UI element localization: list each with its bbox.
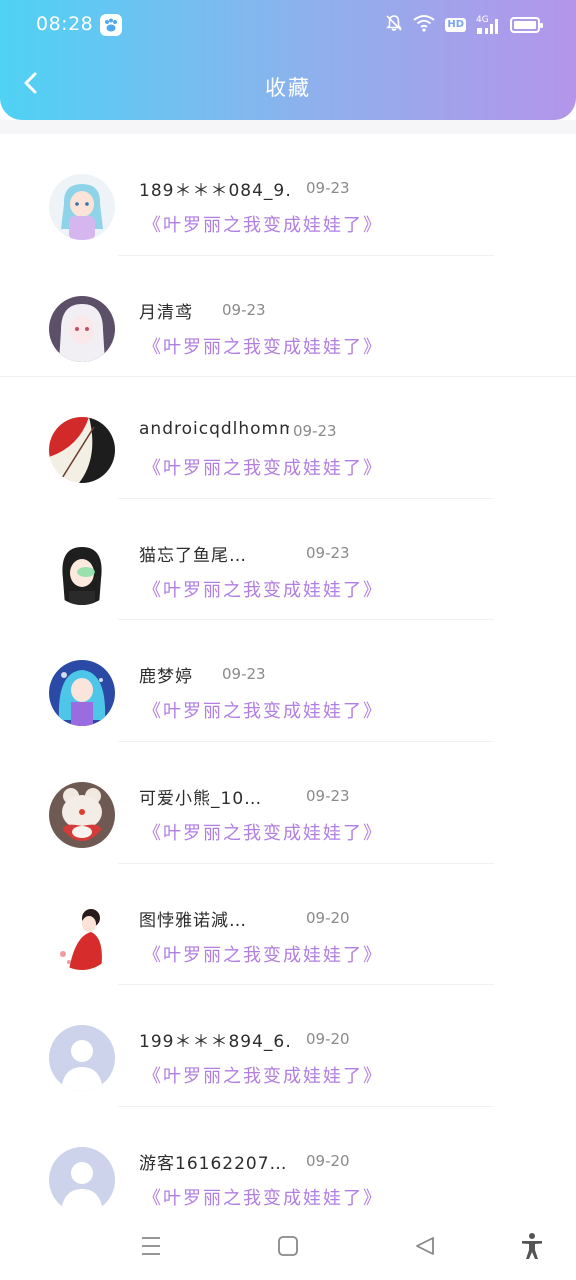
date: 09-20 <box>306 1030 350 1049</box>
accessibility-icon <box>522 1233 542 1259</box>
signal-icon: 4G <box>476 16 500 34</box>
avatar[interactable] <box>49 295 115 362</box>
user-name: androicqdlhommew <box>139 419 289 440</box>
book-title[interactable]: 《叶罗丽之我变成娃娃了》 <box>143 941 383 967</box>
list-item[interactable]: 199＊＊＊894_6… 09-20 《叶罗丽之我变成娃娃了》 <box>0 985 576 1107</box>
date: 09-20 <box>306 908 350 927</box>
paw-app-icon <box>100 14 122 36</box>
user-name: 189＊＊＊084_9… <box>139 181 289 201</box>
date: 09-20 <box>306 1151 350 1170</box>
user-name: 199＊＊＊894_6… <box>139 1032 289 1053</box>
book-title[interactable]: 《叶罗丽之我变成娃娃了》 <box>143 697 383 723</box>
book-title[interactable]: 《叶罗丽之我变成娃娃了》 <box>143 576 383 602</box>
avatar[interactable] <box>49 174 115 240</box>
status-bar: 08:28 HD 4G <box>0 0 576 52</box>
menu-button[interactable] <box>137 1232 165 1260</box>
user-name: 月清鸢 <box>139 302 193 323</box>
list-item[interactable]: androicqdlhommew 09-23 《叶罗丽之我变成娃娃了》 <box>0 377 576 499</box>
header-gap <box>0 120 576 134</box>
home-button[interactable] <box>274 1232 302 1260</box>
avatar[interactable] <box>49 781 115 848</box>
system-nav-bar <box>0 1210 576 1280</box>
list-item[interactable]: 猫忘了鱼尾… 09-23 《叶罗丽之我变成娃娃了》 <box>0 499 576 621</box>
back-triangle-icon <box>416 1237 434 1255</box>
avatar[interactable] <box>49 903 115 970</box>
book-title[interactable]: 《叶罗丽之我变成娃娃了》 <box>143 333 383 359</box>
mute-bell-icon <box>385 14 403 36</box>
book-title[interactable]: 《叶罗丽之我变成娃娃了》 <box>143 1062 383 1088</box>
page-title: 收藏 <box>265 76 311 100</box>
user-name: 鹿梦婷 <box>139 667 193 688</box>
book-title[interactable]: 《叶罗丽之我变成娃娃了》 <box>143 1184 383 1210</box>
list-item[interactable]: 月清鸢 09-23 《叶罗丽之我变成娃娃了》 <box>0 256 576 378</box>
hd-badge: HD <box>445 18 466 32</box>
date: 09-23 <box>306 543 350 562</box>
book-title[interactable]: 《叶罗丽之我变成娃娃了》 <box>143 454 383 480</box>
list-item[interactable]: 可爱小熊_10… 09-23 《叶罗丽之我变成娃娃了》 <box>0 742 576 864</box>
user-name: 可爱小熊_10… <box>139 788 263 809</box>
battery-icon <box>510 17 543 33</box>
menu-icon <box>142 1237 160 1255</box>
avatar[interactable] <box>49 417 115 484</box>
user-name: 游客16162207… <box>139 1153 288 1174</box>
back-nav-button[interactable] <box>411 1232 439 1260</box>
header: 08:28 HD 4G 收藏 <box>0 0 576 120</box>
date: 09-23 <box>306 179 350 197</box>
default-user-icon[interactable] <box>49 1025 115 1092</box>
wifi-icon <box>413 14 435 36</box>
accessibility-button[interactable] <box>518 1232 546 1260</box>
avatar[interactable] <box>49 538 115 605</box>
list-item[interactable]: 189＊＊＊084_9… 09-23 《叶罗丽之我变成娃娃了》 <box>0 134 576 256</box>
status-time: 08:28 <box>36 13 94 35</box>
list-item[interactable]: 图悖雅诺減… 09-20 《叶罗丽之我变成娃娃了》 <box>0 864 576 986</box>
date: 09-23 <box>306 786 350 805</box>
home-icon <box>278 1236 298 1256</box>
user-name: 猫忘了鱼尾… <box>139 545 247 566</box>
favorites-list: 189＊＊＊084_9… 09-23 《叶罗丽之我变成娃娃了》 月清鸢 09-2… <box>0 134 576 1228</box>
default-user-icon[interactable] <box>49 1146 115 1213</box>
book-title[interactable]: 《叶罗丽之我变成娃娃了》 <box>143 211 383 237</box>
nav-bar: 收藏 <box>0 52 576 120</box>
list-item[interactable]: 鹿梦婷 09-23 《叶罗丽之我变成娃娃了》 <box>0 620 576 742</box>
user-name: 图悖雅诺減… <box>139 910 247 931</box>
avatar[interactable] <box>49 660 115 727</box>
book-title[interactable]: 《叶罗丽之我变成娃娃了》 <box>143 819 383 845</box>
date: 09-23 <box>222 665 266 684</box>
date: 09-23 <box>293 422 337 441</box>
date: 09-23 <box>222 300 266 319</box>
